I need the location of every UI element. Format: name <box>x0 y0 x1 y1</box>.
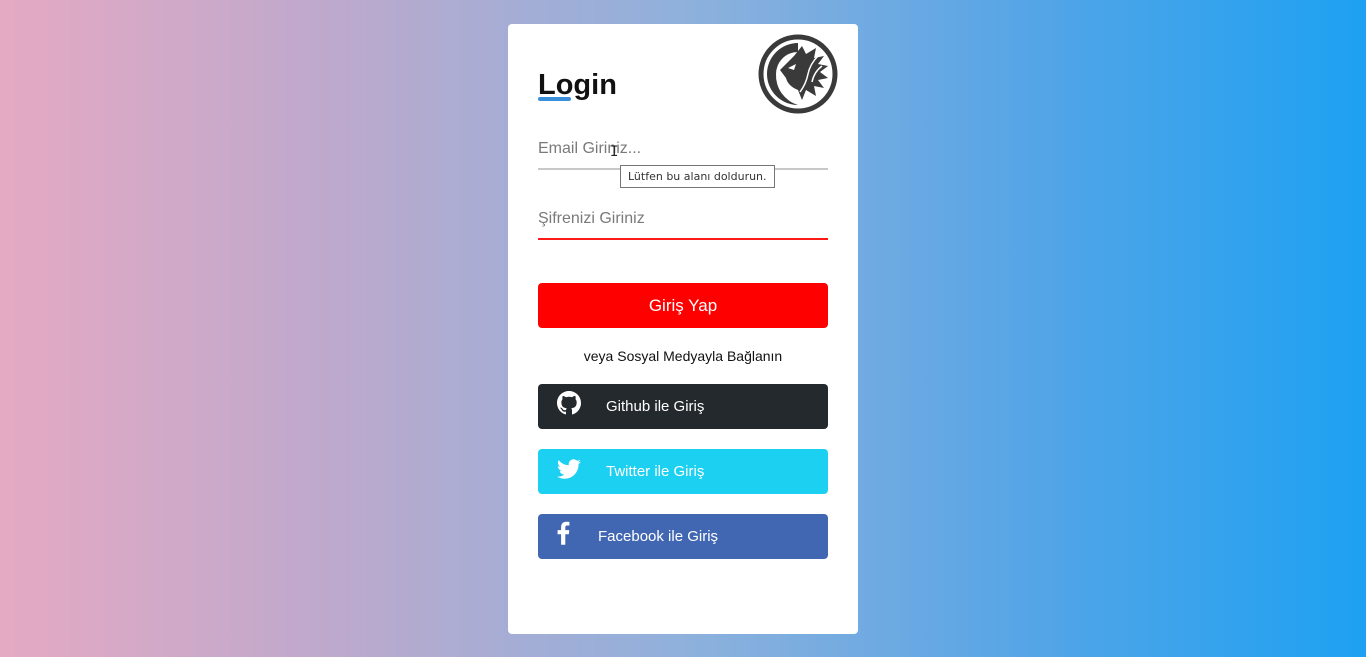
social-connect-text: veya Sosyal Medyayla Bağlanın <box>583 348 783 364</box>
dragon-logo-icon <box>758 34 838 114</box>
github-login-button[interactable]: Github ile Giriş <box>538 384 828 429</box>
github-login-label: Github ile Giriş <box>606 398 705 415</box>
facebook-login-button[interactable]: Facebook ile Giriş <box>538 514 828 559</box>
github-icon <box>557 390 581 414</box>
validation-tooltip: Lütfen bu alanı doldurun. <box>620 165 775 188</box>
twitter-login-label: Twitter ile Giriş <box>606 463 705 480</box>
text-cursor-icon: I <box>610 144 619 160</box>
facebook-icon <box>557 521 570 545</box>
title-underline <box>538 97 571 101</box>
email-field[interactable] <box>538 130 828 168</box>
twitter-login-button[interactable]: Twitter ile Giriş <box>538 449 828 494</box>
twitter-icon <box>557 458 581 479</box>
password-field[interactable] <box>538 200 828 238</box>
login-button[interactable]: Giriş Yap <box>538 283 828 328</box>
login-card: Login I Lütfen bu alanı doldurun. Giriş … <box>508 24 858 634</box>
facebook-login-label: Facebook ile Giriş <box>598 528 719 545</box>
email-field-wrapper <box>538 130 828 170</box>
password-field-wrapper <box>538 200 828 240</box>
